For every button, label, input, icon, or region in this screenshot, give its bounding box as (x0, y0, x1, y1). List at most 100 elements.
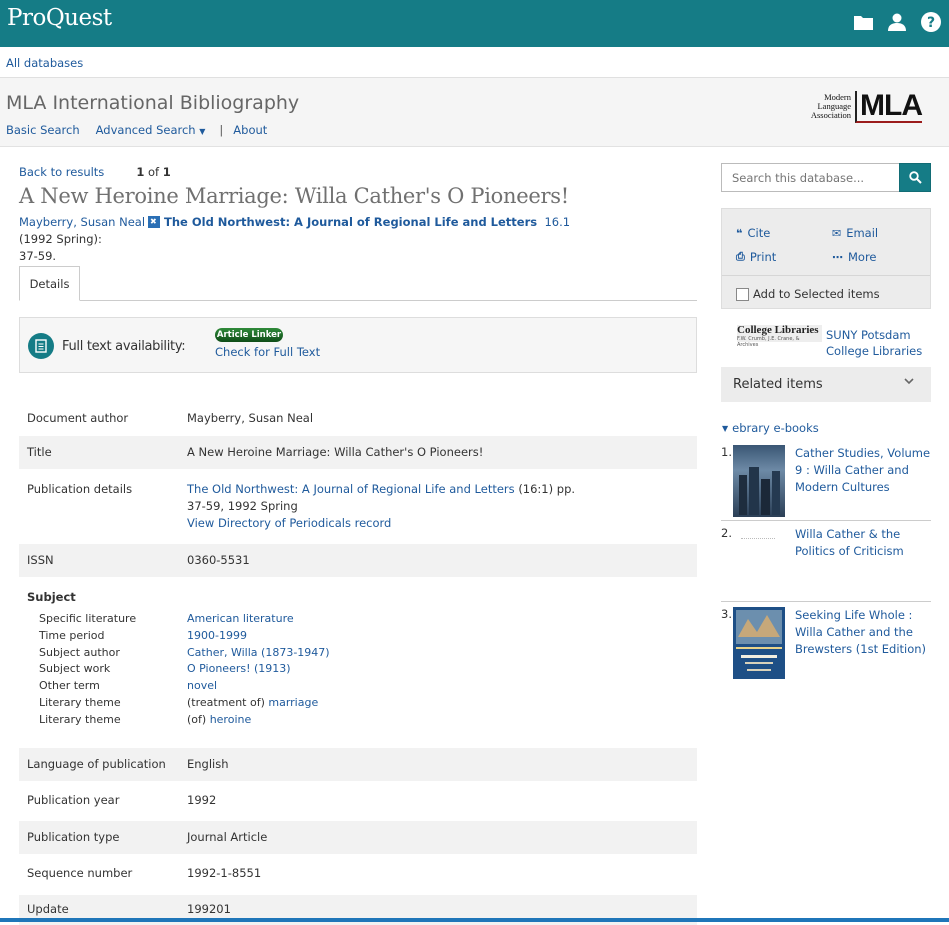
detail-value: 1992 (187, 793, 217, 807)
book-cover-image[interactable] (733, 607, 785, 679)
search-button[interactable] (899, 163, 931, 192)
detail-label: Publication type (27, 830, 120, 844)
related-items-header[interactable]: Related items (721, 367, 931, 402)
book-cover-image[interactable] (733, 445, 785, 517)
subject-value: novel (187, 679, 217, 692)
subject-link[interactable]: O Pioneers! (1913) (187, 662, 291, 675)
subject-row: Time period 1900-1999 (39, 629, 689, 646)
user-icon[interactable] (887, 11, 907, 33)
detail-value: 199201 (187, 902, 231, 916)
basic-search-link[interactable]: Basic Search (6, 123, 80, 137)
proquest-logo[interactable]: ProQuest (7, 5, 112, 31)
envelope-icon: ✉ (832, 226, 842, 240)
cite-button[interactable]: ❝ Cite (736, 226, 770, 240)
subject-label: Literary theme (39, 712, 121, 726)
detail-label: Update (27, 902, 69, 916)
full-text-label: Full text availability: (62, 339, 186, 354)
subject-label: Time period (39, 628, 105, 642)
detail-row-issn: ISSN 0360-5531 (19, 544, 697, 577)
article-linker-button[interactable]: Article Linker (215, 328, 283, 342)
subject-row: Subject author Cather, Willa (1873-1947) (39, 646, 689, 663)
result-count: 1 of 1 (136, 165, 171, 179)
author-link[interactable]: Mayberry, Susan Neal (19, 215, 145, 229)
subject-link[interactable]: Cather, Willa (1873-1947) (187, 646, 330, 659)
pub-suffix: (16:1) pp. (518, 482, 576, 496)
publication-details: The Old Northwest: A Journal of Regional… (187, 481, 575, 532)
bottom-accent-bar (0, 918, 949, 922)
subject-label: Subject work (39, 662, 111, 676)
mla-logo-big-text: MLA (855, 90, 923, 123)
tools-divider (722, 275, 930, 276)
search-icon (908, 171, 922, 184)
subject-link[interactable]: marriage (268, 696, 318, 709)
add-to-selected[interactable]: Add to Selected items (736, 287, 880, 301)
email-button[interactable]: ✉ Email (832, 226, 878, 240)
subject-row: Other term novel (39, 679, 689, 696)
related-items-title: Related items (733, 377, 823, 392)
about-link[interactable]: About (233, 123, 267, 137)
full-text-availability: Full text availability: Article Linker C… (19, 317, 697, 373)
folder-icon[interactable] (853, 11, 873, 33)
results-nav: Back to results 1 of 1 (19, 165, 171, 179)
detail-value: A New Heroine Marriage: Willa Cather's O… (187, 445, 484, 459)
detail-value: 0360-5531 (187, 553, 250, 567)
add-selected-label: Add to Selected items (753, 287, 880, 301)
subject-prefix: (of) (187, 712, 207, 726)
detail-value: 1992-1-8551 (187, 866, 262, 880)
subject-prefix: (treatment of) (187, 696, 265, 709)
subject-value: American literature (187, 612, 294, 625)
caret-down-icon: ▼ (199, 127, 206, 136)
subject-value: (of) heroine (187, 713, 251, 726)
journal-link[interactable]: The Old Northwest: A Journal of Regional… (164, 215, 537, 229)
more-button[interactable]: ⋯ More (832, 250, 877, 264)
subject-link[interactable]: novel (187, 679, 217, 692)
document-icon (28, 333, 54, 359)
subject-row: Literary theme (treatment of) marriage (39, 696, 689, 713)
search-database-input[interactable] (721, 163, 900, 192)
all-databases-link[interactable]: All databases (6, 56, 83, 70)
detail-row-language: Language of publication English (19, 748, 697, 781)
detail-label: Title (27, 445, 52, 459)
nav-separator: | (219, 123, 224, 137)
book-cover-placeholder[interactable] (733, 526, 785, 542)
detail-label: Sequence number (27, 866, 133, 880)
article-byline: Mayberry, Susan Neal The Old Northwest: A… (19, 214, 579, 265)
detail-row-year: Publication year 1992 (19, 781, 697, 821)
detail-label: Publication year (27, 793, 120, 807)
related-separator (721, 520, 931, 521)
detail-value: Journal Article (187, 830, 268, 844)
back-to-results-link[interactable]: Back to results (19, 165, 104, 179)
top-bar: ProQuest ? (0, 0, 949, 47)
subject-link[interactable]: American literature (187, 612, 294, 625)
subject-link[interactable]: 1900-1999 (187, 629, 247, 642)
database-title: MLA International Bibliography (6, 92, 300, 114)
detail-author-link[interactable]: Mayberry, Susan Neal (187, 410, 313, 427)
related-item-link[interactable]: Seeking Life Whole : Willa Cather and th… (795, 607, 931, 658)
help-icon[interactable]: ? (921, 11, 941, 33)
print-button[interactable]: ⎙ Print (736, 250, 776, 264)
advanced-search-link[interactable]: Advanced Search ▼ (96, 123, 206, 137)
related-item-link[interactable]: Willa Cather & the Politics of Criticism (795, 526, 931, 560)
tab-details[interactable]: Details (19, 266, 80, 301)
directory-link[interactable]: View Directory of Periodicals record (187, 516, 391, 530)
subject-label: Specific literature (39, 612, 137, 625)
chevron-down-icon[interactable] (903, 375, 915, 390)
pub-journal-link[interactable]: The Old Northwest: A Journal of Regional… (187, 482, 515, 496)
detail-row-publication: Publication details The Old Northwest: A… (19, 469, 697, 544)
subject-row: Literary theme (of) heroine (39, 713, 689, 730)
library-link[interactable]: SUNY Potsdam College Libraries (826, 327, 922, 359)
college-libraries-logo: College Libraries F.W. Crumb, J.E. Crane… (737, 325, 822, 348)
related-item-link[interactable]: Cather Studies, Volume 9 : Willa Cather … (795, 445, 931, 496)
related-item: 3. Seeking Life Whole : Willa Cather and… (721, 607, 931, 682)
add-selected-checkbox[interactable] (736, 287, 749, 301)
check-full-text-link[interactable]: Check for Full Text (215, 345, 320, 359)
page-range: 37-59. (19, 249, 57, 263)
volume-link[interactable]: 16.1 (544, 215, 570, 229)
ellipsis-icon: ⋯ (832, 250, 843, 264)
quote-icon: ❝ (736, 226, 743, 240)
subject-link[interactable]: heroine (210, 713, 252, 726)
related-separator (721, 601, 931, 602)
pub-line2: 37-59, 1992 Spring (187, 499, 298, 513)
detail-value: English (187, 757, 229, 771)
ebrary-section-toggle[interactable]: ▼ ebrary e-books (722, 421, 819, 435)
